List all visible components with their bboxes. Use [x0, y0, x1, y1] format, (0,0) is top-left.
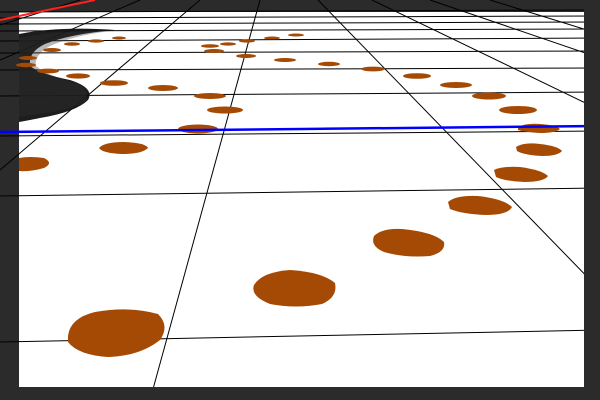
viewport-right-border: [584, 0, 600, 400]
footprint: [264, 36, 280, 40]
footprint: [361, 66, 385, 72]
footprint: [37, 68, 59, 74]
footprint: [220, 42, 236, 46]
footprint: [274, 58, 296, 62]
footprint: [43, 48, 61, 52]
viewport-bottom-border: [0, 387, 600, 400]
footprint: [88, 39, 104, 43]
footprint: [207, 106, 243, 114]
footprint: [148, 85, 178, 91]
footprint: [499, 106, 537, 114]
footprint: [112, 36, 126, 40]
footprint: [64, 42, 80, 46]
footprint: [201, 44, 219, 48]
footprint: [239, 39, 255, 43]
footprint: [236, 54, 256, 58]
footprint: [472, 92, 506, 100]
viewport-canvas[interactable]: [0, 0, 600, 400]
footprint: [440, 82, 472, 88]
footprint: [318, 61, 340, 67]
footprint: [403, 73, 431, 79]
3d-viewport[interactable]: [0, 0, 600, 400]
footprint: [19, 56, 37, 60]
footprint: [288, 33, 304, 37]
footprint: [194, 93, 226, 99]
footprint: [204, 49, 224, 53]
footprint: [66, 73, 90, 79]
footprint: [100, 80, 128, 86]
